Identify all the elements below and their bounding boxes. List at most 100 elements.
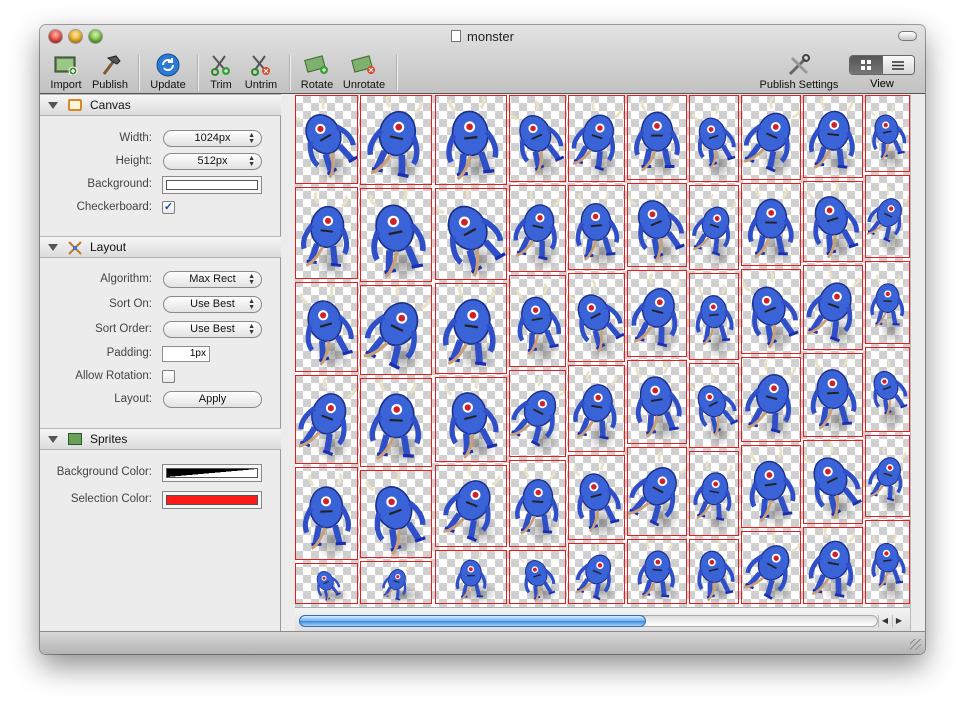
sprite-frame[interactable] — [741, 531, 801, 604]
sprite-frame[interactable] — [509, 95, 566, 182]
sprite-frame[interactable] — [295, 563, 358, 604]
rotate-button[interactable]: Rotate — [298, 53, 336, 91]
sprite-frame[interactable] — [803, 353, 863, 437]
sprite-frame[interactable] — [435, 377, 507, 462]
sprite-frame[interactable] — [865, 261, 910, 344]
untrim-button[interactable]: Untrim — [240, 53, 282, 91]
horizontal-scrollbar[interactable]: ◀ ▶ — [295, 607, 910, 631]
sprite-frame[interactable] — [741, 183, 801, 266]
sprite-frame[interactable] — [568, 543, 625, 604]
disclosure-triangle-icon[interactable] — [48, 435, 58, 443]
sprite-frame[interactable] — [689, 95, 739, 182]
monster-sprite-icon — [510, 100, 565, 174]
toolbar-toggle-button[interactable] — [898, 31, 917, 41]
sprite-frame[interactable] — [741, 95, 801, 180]
sprite-frame[interactable] — [568, 455, 625, 540]
sort-on-popup[interactable]: Use Best ▲ ▼ — [163, 296, 262, 313]
scroll-right-arrow-icon[interactable]: ▶ — [892, 615, 905, 627]
sprite-frame[interactable] — [627, 447, 687, 536]
algorithm-popup[interactable]: Max Rect ▲ ▼ — [163, 271, 262, 288]
sprite-frame[interactable] — [627, 183, 687, 267]
sprite-frame[interactable] — [509, 550, 566, 604]
sprite-frame[interactable] — [568, 185, 625, 270]
monster-sprite-icon — [442, 284, 496, 366]
sprite-frame[interactable] — [360, 470, 432, 558]
sprite-frame[interactable] — [360, 561, 432, 604]
sprite-sheet-canvas[interactable] — [295, 95, 910, 607]
sprite-frame[interactable] — [865, 435, 910, 517]
unrotate-button[interactable]: Unrotate — [339, 53, 389, 91]
sprite-frame[interactable] — [568, 273, 625, 362]
disclosure-triangle-icon[interactable] — [48, 101, 58, 109]
background-color-well[interactable] — [162, 176, 262, 194]
layout-section-header[interactable]: Layout — [40, 236, 281, 258]
width-popup[interactable]: 1024px ▲ ▼ — [163, 130, 262, 147]
sprite-frame[interactable] — [509, 460, 566, 547]
sprite-frame[interactable] — [435, 465, 507, 547]
sprite-frame[interactable] — [865, 95, 910, 172]
sprite-frame[interactable] — [741, 269, 801, 354]
scroll-left-arrow-icon[interactable]: ◀ — [878, 615, 891, 627]
import-button[interactable]: Import — [46, 53, 86, 91]
sprite-frame[interactable] — [803, 181, 863, 262]
sprite-frame[interactable] — [509, 275, 566, 367]
allow-rotation-checkbox[interactable] — [162, 370, 175, 383]
sprite-frame[interactable] — [689, 273, 739, 360]
height-popup[interactable]: 512px ▲ ▼ — [163, 153, 262, 170]
sprite-frame[interactable] — [435, 283, 507, 374]
sort-order-popup[interactable]: Use Best ▲ ▼ — [163, 321, 262, 338]
sprite-frame[interactable] — [627, 360, 687, 444]
grid-view-icon[interactable] — [850, 56, 882, 74]
resize-grip-icon[interactable] — [910, 639, 921, 650]
sprite-frame[interactable] — [865, 347, 910, 432]
sprite-frame[interactable] — [509, 370, 566, 457]
disclosure-triangle-icon[interactable] — [48, 243, 58, 251]
sprite-frame[interactable] — [295, 375, 358, 464]
trim-button[interactable]: Trim — [204, 53, 238, 91]
monster-sprite-icon — [808, 528, 856, 598]
sprite-frame[interactable] — [568, 95, 625, 182]
sprite-frame[interactable] — [689, 363, 739, 448]
selection-swatch — [166, 495, 258, 505]
sprite-frame[interactable] — [689, 185, 739, 270]
sprite-frame[interactable] — [689, 451, 739, 536]
sprite-frame[interactable] — [627, 539, 687, 604]
sprite-frame[interactable] — [295, 95, 358, 184]
sprites-section-header[interactable]: Sprites — [40, 428, 281, 450]
selection-color-well[interactable] — [162, 491, 262, 509]
sprite-frame[interactable] — [741, 445, 801, 528]
sprite-frame[interactable] — [295, 282, 358, 372]
sprite-frame[interactable] — [435, 550, 507, 604]
sprite-frame[interactable] — [803, 527, 863, 604]
sprite-frame[interactable] — [627, 95, 687, 180]
sprite-frame[interactable] — [435, 95, 507, 185]
sprite-frame[interactable] — [627, 270, 687, 357]
sprite-frame[interactable] — [803, 440, 863, 524]
sprite-frame[interactable] — [360, 95, 432, 185]
sprite-frame[interactable] — [360, 285, 432, 375]
sprite-frame[interactable] — [803, 265, 863, 350]
sprite-frame[interactable] — [803, 95, 863, 178]
padding-field[interactable]: 1px — [162, 346, 210, 362]
sprite-frame[interactable] — [295, 187, 358, 279]
sprite-frame[interactable] — [435, 188, 507, 280]
apply-button[interactable]: Apply — [163, 391, 262, 408]
sprite-frame[interactable] — [865, 520, 910, 604]
scroll-thumb[interactable] — [299, 615, 646, 627]
canvas-section-header[interactable]: Canvas — [40, 94, 281, 116]
sprite-frame[interactable] — [295, 467, 358, 560]
sprite-background-color-well[interactable] — [162, 464, 262, 482]
sprite-frame[interactable] — [741, 357, 801, 442]
publish-button[interactable]: Publish — [88, 53, 132, 91]
checkerboard-checkbox[interactable]: ✓ — [162, 201, 175, 214]
list-view-icon[interactable] — [881, 56, 914, 74]
update-button[interactable]: Update — [146, 53, 190, 91]
sprite-frame[interactable] — [568, 365, 625, 452]
sprite-frame[interactable] — [360, 378, 432, 467]
sprite-frame[interactable] — [509, 185, 566, 272]
sprite-frame[interactable] — [360, 188, 432, 282]
publish-settings-button[interactable]: Publish Settings — [756, 53, 842, 91]
sprite-frame[interactable] — [689, 539, 739, 604]
view-segmented-control[interactable] — [849, 55, 915, 75]
sprite-frame[interactable] — [865, 175, 910, 258]
